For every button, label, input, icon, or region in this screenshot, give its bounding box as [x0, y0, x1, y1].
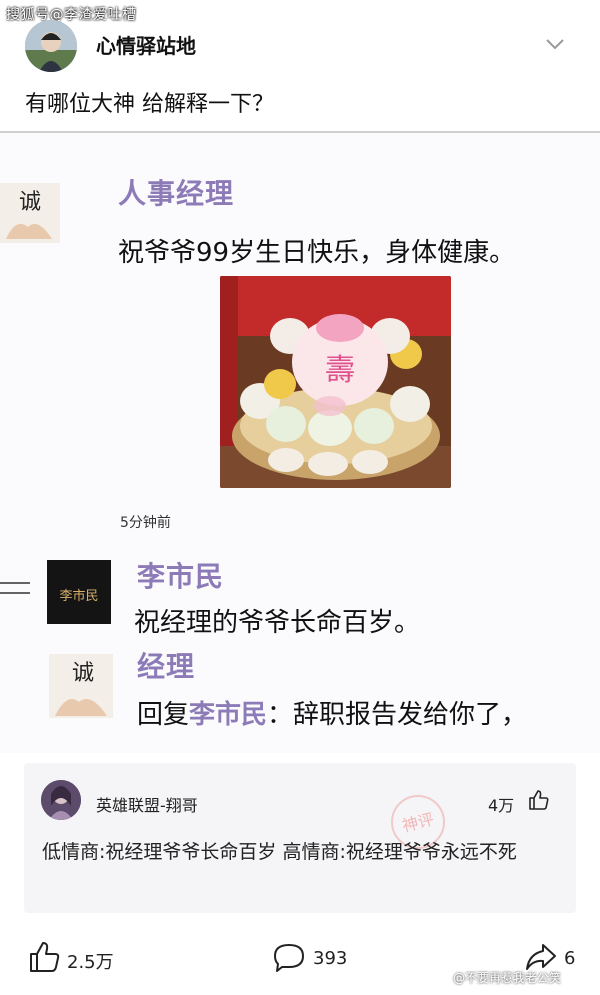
share-count: 6	[564, 948, 576, 969]
citizen-message: 祝经理的爷爷长命百岁。	[134, 608, 421, 638]
avatar-text: 李市民	[59, 588, 98, 604]
citizen-avatar: 李市民	[47, 560, 111, 624]
stamp-text: 神评	[400, 809, 436, 835]
svg-text:壽: 壽	[325, 353, 355, 388]
like-count: 2.5万	[67, 952, 114, 973]
comment-count: 393	[313, 948, 348, 969]
post-text: 有哪位大神 给解释一下？	[25, 92, 274, 117]
citizen-name: 李市民	[137, 560, 225, 593]
message-time: 5分钟前	[120, 515, 171, 531]
avatar-glyph: 诚	[72, 661, 94, 686]
watermark-bottom: @不要再惹我老公笑	[453, 971, 562, 985]
commenter-name[interactable]: 英雄联盟-翔哥	[96, 792, 198, 816]
like-icon[interactable]	[28, 940, 62, 974]
manager-reply: 回复李市民：辞职报告发给你了，	[137, 694, 527, 731]
decorative-lines	[0, 577, 32, 601]
hr-manager-message: 祝爷爷99岁生日快乐，身体健康。	[118, 238, 516, 268]
watermark-top: 搜狐号@李渣爱吐槽	[6, 7, 137, 23]
commenter-avatar[interactable]	[41, 780, 81, 820]
author-avatar[interactable]	[25, 20, 77, 72]
manager-name: 经理	[137, 650, 196, 683]
comment-text: 低情商:祝经理爷爷长命百岁 高情商:祝经理爷爷永远不死	[42, 841, 517, 863]
hr-manager-name: 人事经理	[118, 177, 235, 210]
manager-avatar: 诚	[49, 654, 113, 718]
comment-icon[interactable]	[272, 940, 306, 974]
longevity-buns-image: 壽	[220, 276, 451, 488]
reply-text: ：辞职报告发给你了，	[267, 700, 528, 730]
chevron-down-icon[interactable]	[545, 36, 565, 50]
hr-manager-avatar: 诚	[0, 183, 60, 243]
avatar-glyph: 诚	[19, 190, 41, 215]
author-name[interactable]: 心情驿站地	[96, 30, 196, 59]
reply-prefix: 回复	[137, 700, 190, 730]
thumbs-up-icon[interactable]	[527, 788, 551, 812]
comment-like-count: 4万	[488, 796, 515, 815]
reply-to-name: 李市民	[189, 700, 268, 730]
